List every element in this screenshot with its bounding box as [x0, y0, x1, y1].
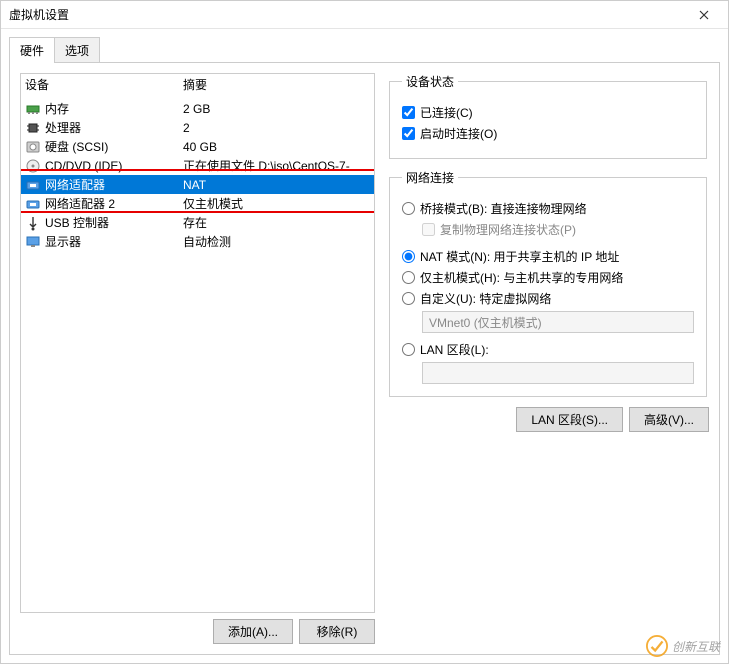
- lan-segment-select: [422, 362, 694, 384]
- vm-settings-dialog: 虚拟机设置 硬件 选项 设备 摘要 内存 2 GB 处理器 2 硬盘 (SCSI) 40 …: [0, 0, 729, 664]
- connected-label: 已连接(C): [420, 104, 473, 121]
- connect-at-poweron-label: 启动时连接(O): [420, 125, 497, 142]
- tab-hardware[interactable]: 硬件: [9, 37, 55, 63]
- right-buttons: LAN 区段(S)... 高级(V)...: [387, 407, 709, 432]
- device-row[interactable]: 网络适配器 NAT: [21, 175, 374, 194]
- nat-radio[interactable]: [402, 250, 415, 263]
- device-name: 处理器: [45, 119, 81, 136]
- device-name: 硬盘 (SCSI): [45, 138, 108, 155]
- device-name: 网络适配器: [45, 176, 105, 193]
- lan-segments-button[interactable]: LAN 区段(S)...: [516, 407, 623, 432]
- device-name: USB 控制器: [45, 214, 109, 231]
- cd-icon: [25, 158, 41, 174]
- cpu-icon: [25, 120, 41, 136]
- add-button[interactable]: 添加(A)...: [213, 619, 293, 644]
- replicate-checkbox: [422, 223, 435, 236]
- hostonly-label: 仅主机模式(H): 与主机共享的专用网络: [420, 269, 623, 286]
- device-summary: 仅主机模式: [183, 195, 370, 212]
- device-name: 内存: [45, 100, 69, 117]
- close-button[interactable]: [684, 2, 724, 28]
- usb-icon: [25, 215, 41, 231]
- device-summary: 自动检测: [183, 233, 370, 250]
- device-summary: 正在使用文件 D:\iso\CentOS-7-: [183, 157, 370, 174]
- device-row[interactable]: 处理器 2: [21, 118, 374, 137]
- custom-network-select: VMnet0 (仅主机模式): [422, 311, 694, 333]
- remove-button[interactable]: 移除(R): [299, 619, 375, 644]
- replicate-label: 复制物理网络连接状态(P): [440, 221, 576, 238]
- device-summary: 40 GB: [183, 140, 370, 154]
- lan-segment-radio[interactable]: [402, 343, 415, 356]
- device-summary: 存在: [183, 214, 370, 231]
- window-title: 虚拟机设置: [9, 6, 684, 23]
- device-list[interactable]: 设备 摘要 内存 2 GB 处理器 2 硬盘 (SCSI) 40 GB CD/DVD (ID…: [20, 73, 375, 613]
- custom-radio[interactable]: [402, 292, 415, 305]
- left-pane: 设备 摘要 内存 2 GB 处理器 2 硬盘 (SCSI) 40 GB CD/DVD (ID…: [20, 73, 375, 644]
- custom-label: 自定义(U): 特定虚拟网络: [420, 290, 551, 307]
- left-buttons: 添加(A)... 移除(R): [20, 619, 375, 644]
- connected-checkbox[interactable]: [402, 106, 415, 119]
- hostonly-radio[interactable]: [402, 271, 415, 284]
- advanced-button[interactable]: 高级(V)...: [629, 407, 709, 432]
- device-name: CD/DVD (IDE): [45, 159, 122, 173]
- device-row[interactable]: 硬盘 (SCSI) 40 GB: [21, 137, 374, 156]
- close-icon: [699, 10, 709, 20]
- titlebar: 虚拟机设置: [1, 1, 728, 29]
- device-row[interactable]: 显示器 自动检测: [21, 232, 374, 251]
- device-name: 显示器: [45, 233, 81, 250]
- network-connection-legend: 网络连接: [402, 169, 458, 186]
- memory-icon: [25, 101, 41, 117]
- device-list-header: 设备 摘要: [21, 74, 374, 99]
- device-status-group: 设备状态 已连接(C) 启动时连接(O): [389, 73, 707, 159]
- device-name: 网络适配器 2: [45, 195, 115, 212]
- disk-icon: [25, 139, 41, 155]
- tab-options[interactable]: 选项: [54, 37, 100, 63]
- dialog-content: 硬件 选项 设备 摘要 内存 2 GB 处理器 2 硬盘 (SCSI) 40 GB CD/D…: [1, 29, 728, 663]
- device-row[interactable]: CD/DVD (IDE) 正在使用文件 D:\iso\CentOS-7-: [21, 156, 374, 175]
- col-summary: 摘要: [183, 76, 207, 93]
- bridged-radio[interactable]: [402, 202, 415, 215]
- device-summary: 2: [183, 121, 370, 135]
- device-row[interactable]: 内存 2 GB: [21, 99, 374, 118]
- right-pane: 设备状态 已连接(C) 启动时连接(O) 网络连接 桥接模式(B): 直接连接物: [387, 73, 709, 644]
- col-device: 设备: [25, 76, 183, 93]
- device-summary: NAT: [183, 178, 370, 192]
- display-icon: [25, 234, 41, 250]
- nat-label: NAT 模式(N): 用于共享主机的 IP 地址: [420, 248, 619, 265]
- device-status-legend: 设备状态: [402, 73, 458, 90]
- device-row[interactable]: USB 控制器 存在: [21, 213, 374, 232]
- tabs: 硬件 选项: [9, 37, 720, 63]
- bridged-label: 桥接模式(B): 直接连接物理网络: [420, 200, 587, 217]
- net-icon: [25, 177, 41, 193]
- net-icon: [25, 196, 41, 212]
- device-summary: 2 GB: [183, 102, 370, 116]
- device-row[interactable]: 网络适配器 2 仅主机模式: [21, 194, 374, 213]
- tab-body: 设备 摘要 内存 2 GB 处理器 2 硬盘 (SCSI) 40 GB CD/DVD (ID…: [9, 63, 720, 655]
- network-connection-group: 网络连接 桥接模式(B): 直接连接物理网络 复制物理网络连接状态(P) NAT…: [389, 169, 707, 397]
- lan-segment-label: LAN 区段(L):: [420, 341, 489, 358]
- connect-at-poweron-checkbox[interactable]: [402, 127, 415, 140]
